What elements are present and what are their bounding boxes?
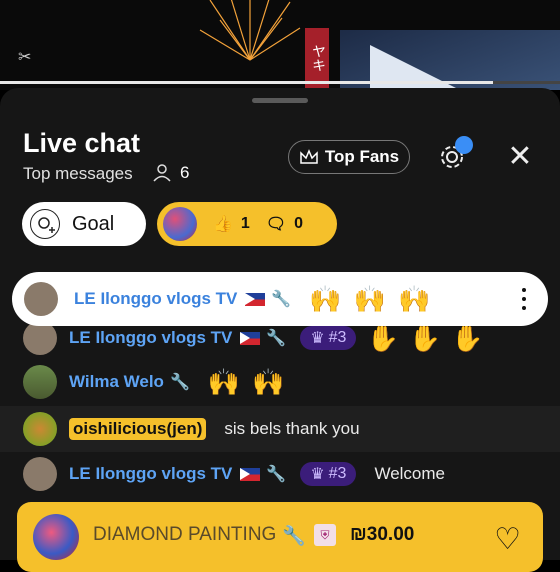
wrench-icon: 🔧 — [266, 330, 287, 347]
philippines-flag-icon — [245, 292, 266, 306]
capcut-icon: ✂︎ — [18, 49, 32, 66]
goal-icon — [30, 209, 60, 239]
close-icon: ✕ — [507, 140, 533, 173]
comment-count: 0 — [294, 215, 304, 232]
viewer-count: 6 — [152, 163, 189, 183]
avatar — [23, 457, 57, 491]
waving-hand-sticker: ✋ — [366, 322, 399, 353]
wrench-icon: 🔧 — [271, 291, 292, 308]
waving-hand-sticker: ✋ — [451, 322, 484, 353]
username: LE Ilonggo vlogs TV — [74, 289, 238, 308]
top-fan-badge: ♛ #3 — [300, 462, 357, 486]
top-fans-button[interactable]: Top Fans — [288, 140, 410, 174]
avatar — [33, 514, 79, 560]
shield-icon: ⛨ — [314, 524, 336, 546]
avatar — [23, 321, 57, 355]
avatar — [163, 207, 197, 241]
notification-dot — [455, 136, 473, 154]
philippines-flag-icon — [240, 467, 261, 481]
pinned-post-chip[interactable]: 👍 1 🗨 0 — [157, 202, 337, 246]
video-progress[interactable] — [0, 81, 560, 84]
settings-button[interactable] — [437, 136, 473, 172]
heart-icon[interactable]: ♡ — [494, 522, 521, 557]
dancing-sticker: 🙌 — [207, 366, 241, 397]
message-text: Welcome — [374, 464, 445, 483]
username: LE Ilonggo vlogs TV — [69, 464, 233, 483]
super-chat-username: DIAMOND PAINTING — [93, 524, 277, 545]
chat-message[interactable]: Wilma Welo 🔧 🙌 🙌 — [0, 362, 560, 402]
crown-icon — [300, 149, 318, 164]
comment-icon: 🗨 — [265, 216, 287, 233]
waving-hand-sticker: ✋ — [408, 322, 442, 353]
username: Wilma Welo — [69, 372, 164, 391]
username: LE Ilonggo vlogs TV — [69, 328, 233, 347]
message-text: sis bels thank you — [224, 419, 360, 438]
selected-chat-message[interactable]: LE Ilonggo vlogs TV 🔧 🙌 🙌 🙌 — [12, 272, 548, 326]
top-messages-dropdown[interactable]: Top messages — [23, 164, 133, 184]
top-fans-label: Top Fans — [324, 147, 400, 166]
close-button[interactable]: ✕ — [505, 142, 535, 172]
person-icon — [153, 164, 171, 182]
super-chat-amount: ₪30.00 — [350, 524, 415, 545]
crown-icon: ♛ — [310, 330, 325, 347]
avatar — [24, 282, 58, 316]
sheet-drag-handle[interactable] — [252, 98, 308, 103]
video-progress-fill — [0, 81, 493, 84]
live-video[interactable]: ヤキ ✂︎ — [0, 0, 560, 90]
chat-message[interactable]: LE Ilonggo vlogs TV 🔧 ♛ #3 Welcome — [0, 454, 560, 494]
like-count: 1 — [240, 215, 250, 232]
dancing-sticker: 🙌 — [252, 366, 285, 397]
dancing-sticker: 🙌 — [398, 283, 431, 314]
crown-icon: ♛ — [310, 466, 325, 483]
video-banner: ヤキ — [305, 28, 329, 88]
chat-message[interactable]: oishilicious(jen) sis bels thank you — [0, 406, 560, 452]
philippines-flag-icon — [240, 331, 261, 345]
wrench-icon: 🔧 — [282, 526, 306, 547]
more-options-icon[interactable] — [522, 288, 526, 310]
thumbs-up-icon: 👍 — [213, 216, 233, 233]
fireworks-graphic — [199, 0, 301, 61]
dancing-sticker: 🙌 — [353, 283, 387, 314]
goal-button[interactable]: Goal — [22, 202, 146, 246]
page-title: Live chat — [23, 128, 141, 158]
top-fan-badge: ♛ #3 — [300, 326, 357, 350]
viewer-count-value: 6 — [180, 163, 190, 182]
wrench-icon: 🔧 — [169, 374, 190, 391]
wrench-icon: 🔧 — [266, 466, 287, 483]
goal-label: Goal — [72, 212, 115, 235]
avatar — [23, 412, 57, 446]
super-chat-card[interactable]: DIAMOND PAINTING 🔧 ⛨ ₪30.00 ♡ — [17, 502, 543, 572]
avatar — [23, 365, 57, 399]
dancing-sticker: 🙌 — [309, 283, 342, 314]
username: oishilicious(jen) — [69, 418, 207, 440]
